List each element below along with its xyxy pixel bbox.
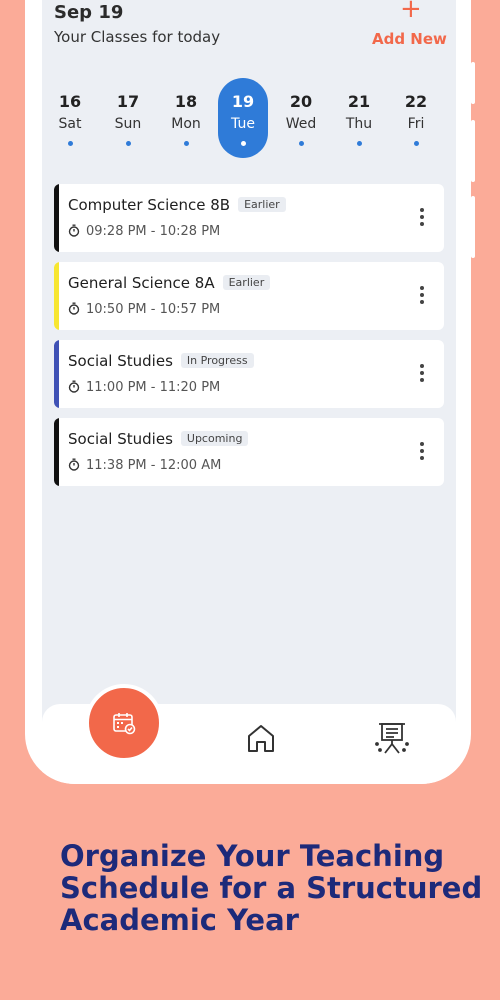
class-time: 11:38 PM - 12:00 AM	[86, 458, 222, 473]
calendar-nav-button[interactable]	[85, 684, 163, 762]
calendar-icon	[113, 713, 136, 735]
class-time: 11:00 PM - 11:20 PM	[86, 380, 221, 395]
stopwatch-icon	[68, 224, 80, 237]
class-title-row: General Science 8A Earlier	[68, 274, 271, 292]
status-badge: Upcoming	[180, 431, 249, 446]
day-indicator-dot	[241, 141, 246, 146]
presentation-board-icon	[375, 723, 409, 754]
day-18[interactable]: 18 Mon	[161, 78, 211, 158]
current-date: Sep 19	[54, 2, 124, 23]
side-button	[471, 196, 475, 258]
day-indicator-dot	[68, 141, 73, 146]
stopwatch-icon	[68, 302, 80, 315]
day-weekday: Sun	[114, 116, 142, 132]
day-22[interactable]: 22 Fri	[391, 78, 441, 158]
side-button	[471, 62, 475, 104]
class-color-bar	[54, 340, 59, 408]
week-day-selector: 16 Sat 17 Sun 18 Mon 19 Tue 20 Wed 21 Thu 22 Fri	[42, 78, 456, 158]
add-new-button[interactable]: Add New	[372, 30, 447, 48]
stopwatch-icon	[68, 380, 80, 393]
day-number: 18	[174, 92, 198, 111]
day-number: 17	[116, 92, 140, 111]
class-title: General Science 8A	[68, 274, 215, 292]
day-17[interactable]: 17 Sun	[103, 78, 153, 158]
day-number: 21	[347, 92, 371, 111]
class-title: Computer Science 8B	[68, 196, 231, 214]
day-weekday: Mon	[171, 116, 201, 132]
class-title: Social Studies	[68, 430, 173, 448]
class-color-bar	[54, 262, 59, 330]
class-color-bar	[54, 184, 59, 252]
status-badge: In Progress	[180, 353, 254, 368]
day-number: 22	[404, 92, 428, 111]
day-weekday: Wed	[285, 116, 317, 132]
class-title-row: Computer Science 8B Earlier	[68, 196, 286, 214]
day-21[interactable]: 21 Thu	[334, 78, 384, 158]
home-nav-button[interactable]	[245, 722, 277, 758]
day-20[interactable]: 20 Wed	[276, 78, 326, 158]
add-icon[interactable]: +	[400, 0, 422, 22]
day-indicator-dot	[126, 141, 131, 146]
stopwatch-icon	[68, 458, 80, 471]
class-time-row: 09:28 PM - 10:28 PM	[68, 224, 220, 239]
day-indicator-dot	[414, 141, 419, 146]
presentation-nav-button[interactable]	[373, 720, 411, 760]
day-indicator-dot	[299, 141, 304, 146]
day-19[interactable]: 19 Tue	[218, 78, 268, 158]
class-card[interactable]: General Science 8A Earlier 10:50 PM - 10:5…	[54, 262, 444, 330]
class-card[interactable]: Computer Science 8B Earlier 09:28 PM - 10:…	[54, 184, 444, 252]
app-screen: Sep 19 Your Classes for today + Add New …	[42, 0, 456, 726]
more-options-icon[interactable]	[420, 286, 424, 307]
side-button	[471, 120, 475, 182]
day-weekday: Fri	[407, 116, 425, 132]
class-time-row: 10:50 PM - 10:57 PM	[68, 302, 220, 317]
status-badge: Earlier	[222, 275, 271, 290]
status-badge: Earlier	[238, 197, 286, 212]
classes-subtitle: Your Classes for today	[54, 28, 221, 46]
day-weekday: Thu	[345, 116, 373, 132]
class-title-row: Social Studies Upcoming	[68, 430, 249, 448]
class-color-bar	[54, 418, 59, 486]
class-card[interactable]: Social Studies Upcoming 11:38 PM - 12:00 A…	[54, 418, 444, 486]
class-time-row: 11:00 PM - 11:20 PM	[68, 380, 220, 395]
class-time-row: 11:38 PM - 12:00 AM	[68, 458, 221, 473]
phone-frame: Sep 19 Your Classes for today + Add New …	[25, 0, 471, 784]
day-number: 16	[58, 92, 82, 111]
class-time: 10:50 PM - 10:57 PM	[86, 302, 221, 317]
more-options-icon[interactable]	[420, 442, 424, 463]
day-16[interactable]: 16 Sat	[45, 78, 95, 158]
promo-caption: Organize Your Teaching Schedule for a St…	[60, 839, 483, 937]
class-title: Social Studies	[68, 352, 173, 370]
more-options-icon[interactable]	[420, 208, 424, 229]
day-weekday: Tue	[231, 116, 255, 132]
day-indicator-dot	[184, 141, 189, 146]
day-weekday: Sat	[58, 116, 82, 132]
day-number: 19	[231, 92, 255, 111]
more-options-icon[interactable]	[420, 364, 424, 385]
day-indicator-dot	[357, 141, 362, 146]
class-time: 09:28 PM - 10:28 PM	[86, 224, 221, 239]
day-number: 20	[289, 92, 313, 111]
class-card[interactable]: Social Studies In Progress 11:00 PM - 11:2…	[54, 340, 444, 408]
class-title-row: Social Studies In Progress	[68, 352, 254, 370]
home-icon	[248, 725, 274, 752]
